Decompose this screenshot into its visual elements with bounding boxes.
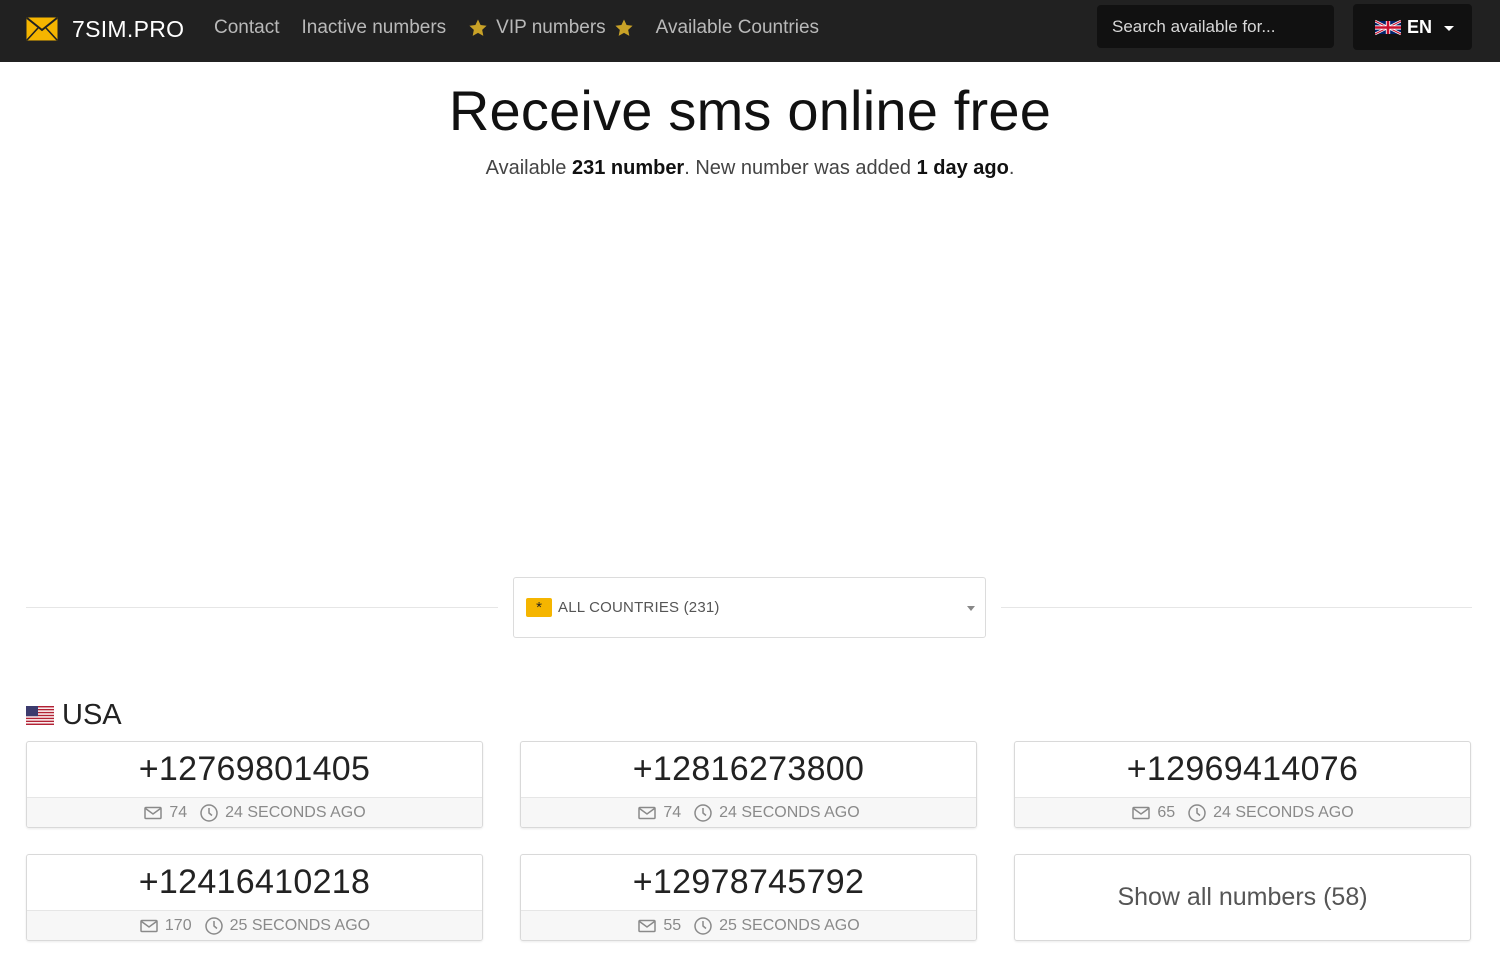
number-card[interactable]: +12416410218 170 25 SECONDS AGO [26, 854, 483, 941]
all-countries-badge: * [526, 598, 552, 617]
vip-numbers-label: VIP numbers [496, 17, 606, 38]
message-count: 74 [169, 804, 188, 821]
card-meta: 65 24 SECONDS AGO [1015, 797, 1470, 827]
country-name: USA [62, 698, 122, 731]
language-dropdown-button[interactable]: EN [1353, 4, 1472, 50]
envelope-outline-icon [638, 919, 657, 933]
message-count: 170 [164, 917, 192, 934]
last-message-time: 24 SECONDS AGO [719, 804, 860, 821]
card-meta: 74 24 SECONDS AGO [27, 797, 482, 827]
brand-logo-link[interactable]: 7SIM.PRO [26, 14, 184, 44]
number-card[interactable]: +12978745792 55 25 SECONDS AGO [520, 854, 977, 941]
phone-number: +12416410218 [138, 863, 371, 901]
message-count: 55 [663, 917, 682, 934]
last-message-time: 24 SECONDS AGO [1213, 804, 1354, 821]
chevron-down-icon [967, 606, 975, 611]
envelope-outline-icon [638, 806, 657, 820]
brand-name: 7SIM.PRO [72, 15, 185, 42]
nav-links: Contact Inactive numbers VIP numbers Ava… [214, 0, 841, 56]
star-icon [615, 19, 633, 36]
number-card[interactable]: +12769801405 74 24 SECONDS AGO [26, 741, 483, 828]
last-message-time: 25 SECONDS AGO [229, 917, 371, 934]
clock-icon [694, 917, 712, 935]
country-select-value: ALL COUNTRIES (231) [558, 599, 720, 616]
last-message-time: 24 SECONDS AGO [225, 804, 366, 821]
nav-link-vip-numbers[interactable]: VIP numbers [468, 17, 633, 39]
summary-prefix: Available [485, 157, 572, 179]
uk-flag-icon [1375, 19, 1401, 35]
phone-number: +12969414076 [1126, 750, 1359, 788]
chevron-down-icon [1444, 26, 1455, 31]
language-code: EN [1407, 16, 1433, 37]
nav-link-inactive-numbers[interactable]: Inactive numbers [301, 17, 446, 39]
clock-icon [204, 917, 223, 935]
availability-summary: Available 231 number. New number was add… [0, 157, 1500, 180]
phone-number: +12769801405 [138, 750, 371, 788]
page-title: Receive sms online free [448, 79, 1052, 142]
clock-icon [200, 804, 218, 822]
envelope-outline-icon [144, 806, 163, 820]
top-navbar: 7SIM.PRO Contact Inactive numbers VIP nu… [0, 0, 1500, 62]
number-card[interactable]: +12816273800 74 24 SECONDS AGO [520, 741, 977, 828]
search-input[interactable] [1097, 5, 1334, 48]
card-meta: 55 25 SECONDS AGO [521, 910, 976, 940]
us-flag-icon [26, 705, 54, 725]
show-all-numbers-button[interactable]: Show all numbers (58) [1014, 854, 1471, 941]
clock-icon [1188, 804, 1206, 822]
summary-middle: . New number was added [684, 157, 917, 179]
country-heading: USA [26, 697, 122, 733]
divider-left [26, 607, 498, 608]
available-count: 231 number [571, 157, 685, 179]
number-card[interactable]: +12969414076 65 24 SECONDS AGO [1014, 741, 1471, 828]
star-icon [469, 19, 487, 36]
clock-icon [694, 804, 712, 822]
last-message-time: 25 SECONDS AGO [719, 917, 860, 934]
phone-number: +12816273800 [632, 750, 865, 788]
card-meta: 74 24 SECONDS AGO [521, 797, 976, 827]
message-count: 74 [663, 804, 682, 821]
card-meta: 170 25 SECONDS AGO [27, 910, 482, 940]
message-count: 65 [1157, 804, 1176, 821]
envelope-outline-icon [140, 919, 158, 933]
country-select[interactable]: * ALL COUNTRIES (231) [513, 577, 986, 638]
last-added-time: 1 day ago [916, 157, 1009, 179]
nav-link-contact[interactable]: Contact [214, 17, 279, 39]
divider-right [1001, 607, 1472, 608]
summary-suffix: . [1008, 157, 1015, 179]
envelope-icon [26, 17, 58, 41]
phone-number: +12978745792 [632, 863, 865, 901]
nav-link-available-countries[interactable]: Available Countries [656, 17, 819, 39]
envelope-outline-icon [1132, 806, 1151, 820]
